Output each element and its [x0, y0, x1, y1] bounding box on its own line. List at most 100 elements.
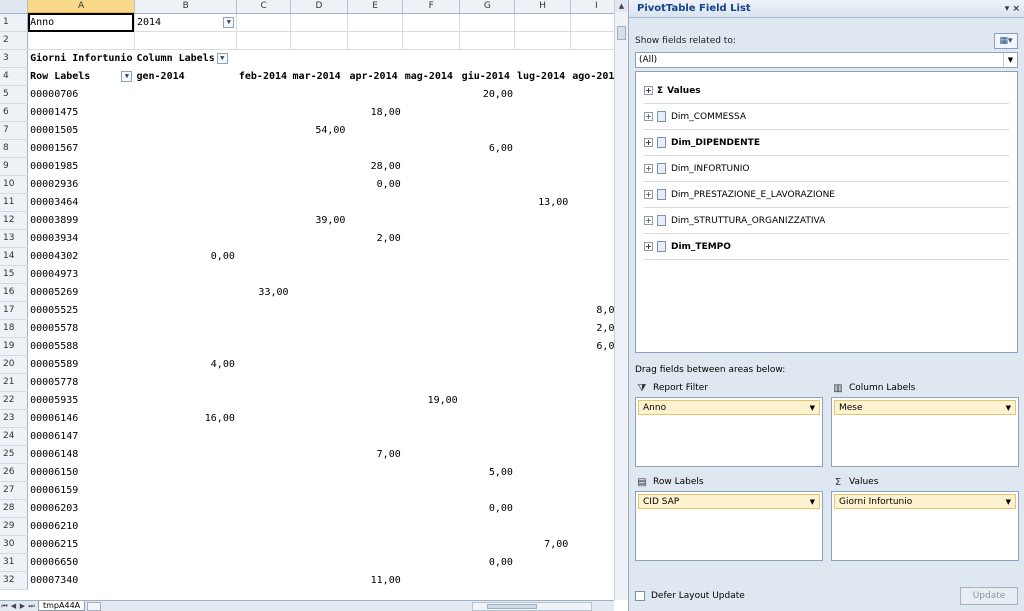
value-cell[interactable] — [237, 446, 291, 464]
field-item[interactable]: + Dim_PRESTAZIONE_E_LAVORAZIONE — [644, 182, 1009, 208]
field-item[interactable]: + Σ Values — [644, 78, 1009, 104]
row-header[interactable]: 8 — [0, 139, 29, 158]
value-cell[interactable] — [291, 104, 348, 122]
value-cell[interactable] — [515, 446, 570, 464]
value-cell[interactable] — [460, 518, 515, 536]
value-cell[interactable] — [460, 320, 515, 338]
row-header[interactable]: 6 — [0, 103, 29, 122]
value-cell[interactable] — [403, 266, 460, 284]
expand-icon[interactable]: + — [644, 190, 653, 199]
row-header[interactable]: 27 — [0, 481, 29, 500]
value-cell[interactable] — [347, 320, 402, 338]
row-label-cell[interactable]: 00004973 — [28, 266, 135, 284]
row-label-cell[interactable]: 00001475 — [28, 104, 135, 122]
value-cell[interactable] — [403, 374, 460, 392]
value-cell[interactable] — [237, 338, 291, 356]
value-cell[interactable] — [134, 302, 236, 320]
month-header[interactable]: feb-2014 — [237, 68, 291, 86]
value-cell[interactable] — [403, 86, 460, 104]
row-label-cell[interactable]: 00006210 — [28, 518, 135, 536]
value-cell[interactable]: 11,00 — [347, 572, 402, 590]
value-cell[interactable]: 0,00 — [460, 554, 515, 572]
row-labels-field[interactable]: CID SAP ▼ — [638, 494, 820, 509]
value-cell[interactable] — [237, 176, 291, 194]
column-header[interactable]: A — [27, 0, 135, 14]
value-cell[interactable] — [347, 518, 402, 536]
value-cell[interactable] — [134, 554, 236, 572]
value-cell[interactable] — [237, 248, 291, 266]
value-cell[interactable] — [515, 104, 570, 122]
defer-layout-checkbox[interactable] — [635, 591, 645, 601]
value-cell[interactable] — [291, 194, 348, 212]
expand-icon[interactable]: + — [644, 138, 653, 147]
value-cell[interactable] — [515, 428, 570, 446]
value-cell[interactable] — [515, 302, 570, 320]
value-cell[interactable] — [134, 536, 236, 554]
value-cell[interactable] — [403, 572, 460, 590]
vertical-scrollbar[interactable]: ▲ — [614, 0, 628, 600]
update-button[interactable]: Update — [960, 587, 1018, 605]
value-cell[interactable] — [515, 518, 570, 536]
value-cell[interactable] — [403, 356, 460, 374]
column-labels-area[interactable]: Mese ▼ — [831, 397, 1019, 467]
value-cell[interactable] — [460, 194, 515, 212]
value-cell[interactable] — [460, 536, 515, 554]
expand-icon[interactable]: + — [644, 164, 653, 173]
value-cell[interactable] — [347, 212, 402, 230]
value-cell[interactable] — [134, 572, 236, 590]
field-list[interactable]: + Σ Values + Dim_COMMESSA + Dim_DIPENDENTE + Dim… — [635, 71, 1018, 353]
value-cell[interactable] — [291, 356, 348, 374]
first-sheet-icon[interactable]: ⏮ — [0, 602, 9, 611]
row-header[interactable]: 24 — [0, 427, 29, 446]
value-cell[interactable] — [460, 392, 515, 410]
value-cell[interactable] — [237, 266, 291, 284]
value-cell[interactable] — [291, 410, 348, 428]
row-header[interactable]: 13 — [0, 229, 29, 248]
chevron-down-icon[interactable]: ▼ — [810, 498, 815, 506]
value-cell[interactable] — [237, 482, 291, 500]
value-cell[interactable] — [515, 482, 570, 500]
value-cell[interactable] — [403, 122, 460, 140]
value-cell[interactable] — [237, 194, 291, 212]
value-cell[interactable] — [347, 500, 402, 518]
value-cell[interactable] — [347, 482, 402, 500]
value-cell[interactable]: 19,00 — [403, 392, 460, 410]
value-cell[interactable] — [291, 86, 348, 104]
value-cell[interactable] — [347, 464, 402, 482]
value-cell[interactable] — [460, 428, 515, 446]
value-cell[interactable] — [134, 482, 236, 500]
chevron-down-icon[interactable]: ▼ — [1006, 404, 1011, 412]
value-cell[interactable] — [237, 212, 291, 230]
value-cell[interactable] — [237, 356, 291, 374]
value-cell[interactable] — [460, 104, 515, 122]
row-header[interactable]: 16 — [0, 283, 29, 302]
row-header[interactable]: 19 — [0, 337, 29, 356]
month-header[interactable]: giu-2014 — [460, 68, 515, 86]
value-cell[interactable] — [237, 320, 291, 338]
value-cell[interactable] — [134, 392, 236, 410]
value-cell[interactable] — [515, 248, 570, 266]
value-cell[interactable] — [237, 464, 291, 482]
value-cell[interactable]: 39,00 — [291, 212, 348, 230]
value-cell[interactable] — [403, 554, 460, 572]
row-header[interactable]: 1 — [0, 13, 29, 32]
value-cell[interactable] — [237, 158, 291, 176]
month-header[interactable]: apr-2014 — [347, 68, 402, 86]
filter-dropdown-icon[interactable]: ▼ — [223, 16, 235, 28]
row-header[interactable]: 28 — [0, 499, 29, 518]
value-cell[interactable] — [515, 356, 570, 374]
value-cell[interactable] — [515, 122, 570, 140]
value-cell[interactable] — [134, 374, 236, 392]
month-header[interactable]: mar-2014 — [291, 68, 348, 86]
value-cell[interactable] — [515, 86, 570, 104]
field-item[interactable]: + Dim_DIPENDENTE — [644, 130, 1009, 156]
value-cell[interactable] — [134, 284, 236, 302]
row-header[interactable]: 20 — [0, 355, 29, 374]
report-filter-area[interactable]: Anno ▼ — [635, 397, 823, 467]
value-cell[interactable] — [237, 428, 291, 446]
row-label-cell[interactable]: 00003899 — [28, 212, 135, 230]
value-cell[interactable] — [347, 86, 402, 104]
value-cell[interactable] — [134, 122, 236, 140]
value-cell[interactable] — [403, 158, 460, 176]
value-cell[interactable]: 0,00 — [460, 500, 515, 518]
